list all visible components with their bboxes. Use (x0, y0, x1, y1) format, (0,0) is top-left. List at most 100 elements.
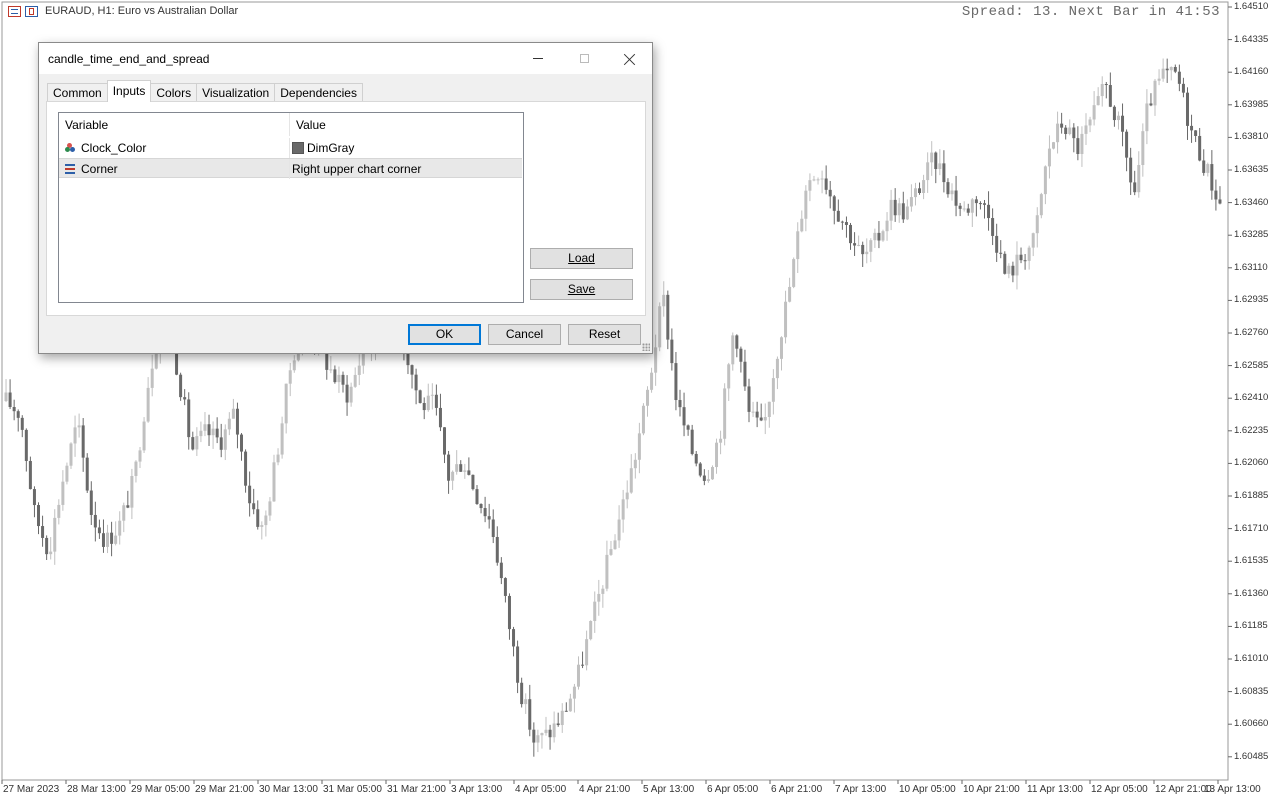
time-tick-label: 4 Apr 21:00 (579, 784, 631, 795)
time-tick-label: 3 Apr 13:00 (451, 784, 503, 795)
candle-body (524, 699, 528, 705)
maximize-button[interactable] (561, 43, 607, 74)
candle-body (528, 699, 532, 730)
tab-visualization[interactable]: Visualization (196, 83, 276, 102)
dialog-titlebar[interactable]: candle_time_end_and_spread (39, 43, 652, 74)
candle-body (455, 464, 459, 472)
tab-common[interactable]: Common (47, 83, 108, 102)
candle-body (443, 427, 447, 455)
candle-body (950, 190, 954, 195)
ok-button[interactable]: OK (408, 324, 481, 345)
price-tick-label: 1.61710 (1234, 522, 1269, 534)
candle-body (930, 152, 934, 163)
candle-body (187, 399, 191, 438)
candle-body (146, 387, 150, 422)
price-tick-label: 1.62060 (1234, 457, 1269, 469)
candle-body (918, 188, 922, 194)
candle-body (288, 370, 292, 384)
candle-body (1185, 92, 1189, 126)
candle-body (877, 232, 881, 241)
candle-body (459, 464, 463, 472)
candle-body (1035, 215, 1039, 234)
candle-body (698, 463, 702, 476)
tab-inputs[interactable]: Inputs (106, 80, 152, 102)
price-tick-label: 1.60485 (1234, 750, 1269, 762)
candle-body (414, 374, 418, 391)
candle-body (654, 347, 658, 373)
candle-body (110, 532, 114, 544)
time-tick-label: 30 Mar 13:00 (259, 784, 318, 795)
candle-body (65, 465, 69, 482)
candle-body (987, 204, 991, 219)
candle-body (609, 549, 613, 555)
inputs-table[interactable]: Variable Value Clock_Color DimGray Corne… (58, 112, 524, 303)
time-tick-label: 4 Apr 05:00 (515, 784, 567, 795)
price-tick-label: 1.60835 (1234, 685, 1269, 697)
value-cell[interactable]: DimGray (290, 138, 522, 158)
candle-body (516, 646, 520, 683)
candle-body (1173, 66, 1177, 72)
candle-body (792, 259, 796, 287)
time-tick-label: 6 Apr 05:00 (707, 784, 759, 795)
table-row[interactable]: Clock_Color DimGray (59, 138, 522, 158)
cancel-button[interactable]: Cancel (488, 324, 561, 345)
table-row[interactable]: Corner Right upper chart corner (59, 158, 522, 179)
candle-body (784, 301, 788, 338)
candle-body (240, 434, 244, 452)
close-button[interactable] (607, 43, 653, 74)
variable-cell[interactable]: Clock_Color (59, 138, 290, 158)
candle-body (4, 392, 8, 402)
candle-body (1198, 135, 1202, 161)
candle-body (605, 554, 609, 589)
candle-body (1072, 127, 1076, 139)
load-button[interactable]: Load (530, 248, 633, 269)
candle-body (556, 723, 560, 726)
candle-body (564, 710, 568, 712)
candle-body (410, 365, 414, 375)
candle-body (1100, 84, 1104, 97)
candle-body (479, 503, 483, 509)
candle-body (1190, 125, 1194, 131)
variable-value: Right upper chart corner (292, 162, 422, 176)
value-cell[interactable]: Right upper chart corner (290, 159, 522, 179)
column-header-variable[interactable]: Variable (59, 113, 290, 136)
resize-grip[interactable] (642, 343, 650, 351)
candle-body (61, 481, 65, 505)
candle-body (495, 536, 499, 563)
candle-body (804, 190, 808, 219)
candle-body (231, 408, 235, 419)
variable-cell[interactable]: Corner (59, 159, 290, 179)
candle-body (503, 578, 507, 596)
chart-window-icon[interactable] (25, 5, 38, 17)
minimize-button[interactable] (515, 43, 561, 74)
save-button[interactable]: Save (530, 279, 633, 300)
price-tick-label: 1.61185 (1234, 620, 1268, 632)
dialog-tabs: Common Inputs Colors Visualization Depen… (47, 80, 363, 102)
color-swatch (292, 142, 304, 154)
candle-body (954, 190, 958, 206)
reset-button[interactable]: Reset (568, 324, 641, 345)
candle-body (913, 188, 917, 198)
candle-body (12, 406, 16, 412)
candle-body (49, 551, 53, 555)
candle-body (820, 178, 824, 180)
candle-body (966, 208, 970, 213)
candle-body (1161, 68, 1165, 79)
tab-dependencies[interactable]: Dependencies (274, 83, 363, 102)
candle-body (536, 735, 540, 743)
tab-colors[interactable]: Colors (150, 83, 198, 102)
candle-body (418, 390, 422, 403)
column-header-value[interactable]: Value (290, 113, 523, 136)
candle-body (581, 664, 585, 666)
candle-body (974, 199, 978, 204)
chart-menu-icon[interactable] (8, 5, 21, 17)
candle-body (223, 429, 227, 450)
candle-body (191, 437, 195, 450)
candle-body (467, 470, 471, 475)
price-tick-label: 1.61535 (1234, 555, 1269, 567)
candle-body (20, 417, 24, 430)
price-tick-label: 1.62585 (1234, 359, 1269, 371)
time-tick-label: 29 Mar 21:00 (195, 784, 254, 795)
candle-body (1181, 83, 1185, 93)
candle-body (292, 360, 296, 371)
